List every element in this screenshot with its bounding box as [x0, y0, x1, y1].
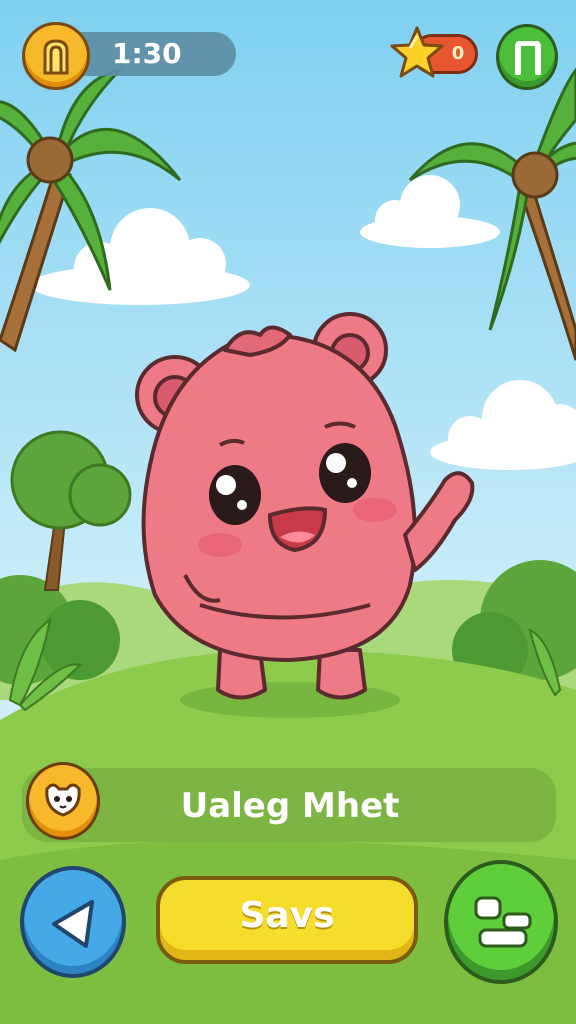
menu-button[interactable]: [444, 860, 558, 984]
menu-icon: [474, 896, 532, 948]
pause-icon: [515, 41, 541, 75]
coin-button[interactable]: [22, 22, 90, 90]
timer-text: 1:30: [112, 37, 182, 70]
star-icon: [390, 26, 444, 78]
pet-character[interactable]: [130, 305, 490, 715]
score-badge-value: 0: [451, 43, 465, 64]
back-arrow-icon: [52, 900, 94, 948]
pet-face-icon: [45, 783, 81, 817]
save-button-label: Savs: [239, 895, 335, 936]
cloud-right-top: [360, 175, 500, 248]
cloud-left: [30, 208, 250, 305]
pet-name-text: Ualeg Mhet: [180, 786, 400, 826]
game-scene: 1:30 0 Ualeg Mhet Savs: [0, 0, 576, 1024]
small-tree-left: [10, 430, 132, 591]
pause-button[interactable]: [496, 24, 558, 90]
back-button[interactable]: [20, 866, 126, 978]
coin-hand-icon: [43, 39, 69, 75]
pet-icon-button[interactable]: [26, 762, 100, 840]
